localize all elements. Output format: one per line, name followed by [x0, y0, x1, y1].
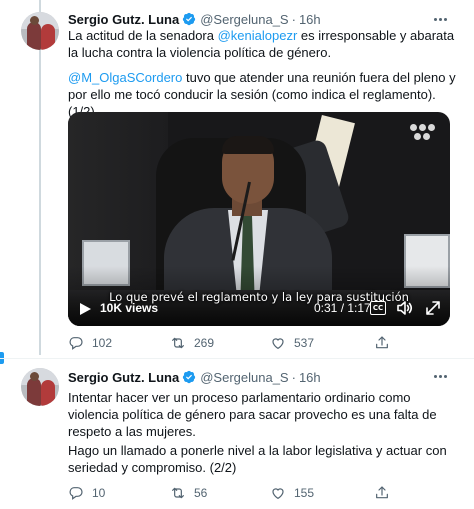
retweet-count: 269 [194, 336, 215, 350]
like-button[interactable]: 537 [270, 335, 314, 351]
reply-button[interactable]: 10 [68, 485, 105, 501]
more-icon[interactable] [432, 11, 448, 27]
tweet-text-paragraph: Intentar hacer ver un proceso parlamenta… [68, 390, 437, 439]
like-button[interactable]: 155 [270, 485, 314, 501]
share-button[interactable] [374, 335, 390, 351]
retweet-button[interactable]: 269 [170, 335, 214, 351]
tweet-text-paragraph: La actitud de la senadora @kenialopezr e… [68, 27, 460, 61]
reply-count: 10 [92, 486, 106, 500]
more-icon[interactable] [432, 368, 448, 384]
author-name[interactable]: Sergio Gutz. Luna [68, 12, 179, 27]
author-name[interactable]: Sergio Gutz. Luna [68, 370, 179, 385]
separator-dot: · [291, 11, 296, 27]
tweet-header: Sergio Gutz. Luna @Sergeluna_S · 16h [68, 10, 321, 28]
retweet-icon [172, 487, 184, 499]
like-count: 537 [294, 336, 315, 350]
author-handle[interactable]: @Sergeluna_S [200, 370, 288, 385]
share-icon [376, 336, 388, 349]
timestamp[interactable]: 16h [299, 370, 321, 385]
reply-count: 102 [92, 336, 113, 350]
share-icon [376, 486, 388, 499]
like-icon [272, 338, 284, 350]
video-player[interactable]: Lo que prevé el reglamento y la ley para… [68, 112, 450, 326]
author-handle[interactable]: @Sergeluna_S [200, 12, 288, 27]
verified-badge-icon [183, 370, 196, 384]
like-count: 155 [294, 486, 315, 500]
tweet-header: Sergio Gutz. Luna @Sergeluna_S · 16h [68, 368, 321, 386]
retweet-count: 56 [194, 486, 208, 500]
expand-icon[interactable] [424, 299, 442, 317]
retweet-icon [172, 337, 184, 349]
timestamp[interactable]: 16h [299, 12, 321, 27]
avatar[interactable] [21, 12, 59, 50]
reply-icon [69, 337, 83, 350]
verified-badge-icon [183, 12, 196, 26]
view-count: 10K views [100, 301, 159, 315]
tweet-actions: 102 269 537 [68, 333, 450, 353]
share-button[interactable] [374, 485, 390, 501]
retweet-button[interactable]: 56 [170, 485, 207, 501]
tweet-text-paragraph: Hago un llamado a ponerle nivel a la lab… [68, 443, 447, 475]
like-icon [272, 488, 284, 500]
text-segment: La actitud de la senadora [68, 28, 218, 43]
tweet-actions: 10 56 155 [68, 483, 450, 503]
mention-link[interactable]: @kenialopezr [218, 28, 298, 43]
volume-icon[interactable] [396, 299, 414, 317]
reply-button[interactable]: 102 [68, 335, 112, 351]
play-icon[interactable] [78, 302, 92, 316]
channel-logo-icon [410, 124, 436, 142]
mention-link[interactable]: @M_OlgaSCordero [68, 70, 182, 85]
video-duration: 0:31 / 1:17 [314, 301, 371, 315]
avatar[interactable] [21, 368, 59, 406]
reply-icon [69, 487, 83, 500]
closed-captions-icon[interactable]: CC [370, 301, 386, 315]
separator-dot: · [291, 369, 296, 385]
tweet[interactable]: Sergio Gutz. Luna @Sergeluna_S · 16h Int… [0, 358, 474, 509]
tweet[interactable]: Sergio Gutz. Luna @Sergeluna_S · 16h La … [0, 0, 474, 358]
